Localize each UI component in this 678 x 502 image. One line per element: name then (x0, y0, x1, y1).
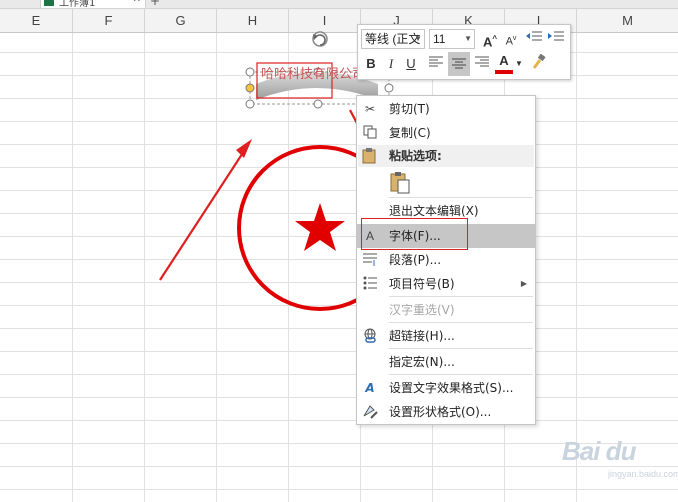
grow-font-button[interactable]: A^ (481, 29, 499, 49)
copy-icon (362, 125, 378, 141)
menu-item-text-effects[interactable]: A 设置文字效果格式(S)... (357, 376, 535, 400)
scissors-icon: ✂ (364, 102, 376, 116)
bullets-icon (362, 276, 378, 292)
rotate-handle-icon[interactable] (312, 31, 328, 47)
mini-toolbar: 等线 (正文 ▼ 11 ▼ A^ Av B I U A ▼ (357, 24, 571, 80)
format-painter-icon[interactable] (528, 53, 550, 74)
align-center-icon[interactable] (448, 52, 470, 76)
resize-handle-icon[interactable] (245, 67, 255, 77)
menu-item-assign-macro[interactable]: 指定宏(N)... (357, 350, 535, 374)
font-color-button[interactable]: A (495, 52, 513, 74)
paste-options-header: 粘贴选项: (358, 145, 534, 167)
annotation-arrow-left (159, 139, 252, 281)
align-left-icon[interactable] (426, 54, 446, 74)
context-menu: ✂ 剪切(T) 复制(C) 粘贴选项: 退出文本编辑(X) A 字体(F)...… (356, 95, 536, 425)
chevron-down-icon: ▼ (414, 34, 422, 43)
stamp-star[interactable] (295, 203, 345, 251)
font-name-value: 等线 (正文 (365, 32, 421, 46)
hyperlink-icon (362, 328, 378, 344)
font-name-select[interactable]: 等线 (正文 ▼ (361, 29, 425, 49)
paragraph-icon (362, 252, 378, 268)
adjust-handle-icon[interactable] (245, 83, 255, 93)
menu-item-reconvert: 汉字重选(V) (389, 303, 455, 317)
menu-item-bullets[interactable]: 项目符号(B) ▶ (357, 272, 535, 296)
resize-handle-icon[interactable] (313, 99, 323, 109)
resize-handle-icon[interactable] (384, 83, 394, 93)
submenu-arrow-icon: ▶ (520, 279, 527, 288)
watermark-logo: Bai du (562, 436, 636, 466)
menu-item-copy[interactable]: 复制(C) (357, 121, 535, 145)
chevron-down-icon[interactable]: ▼ (514, 54, 524, 74)
menu-item-cut[interactable]: ✂ 剪切(T) (357, 97, 535, 121)
bold-button[interactable]: B (362, 54, 380, 74)
shape-format-icon (362, 404, 378, 420)
menu-item-shape-format[interactable]: 设置形状格式(O)... (357, 400, 535, 424)
text-effects-icon: A (365, 381, 375, 395)
menu-item-paragraph[interactable]: 段落(P)... (357, 248, 535, 272)
chevron-down-icon: ▼ (464, 34, 472, 43)
paste-keep-source-icon[interactable] (389, 171, 411, 195)
wordart-text[interactable]: 哈哈科技有限公司 (261, 63, 365, 82)
shrink-font-button[interactable]: Av (502, 29, 520, 49)
underline-button[interactable]: U (402, 54, 420, 74)
font-size-select[interactable]: 11 ▼ (429, 29, 475, 49)
font-size-value: 11 (433, 32, 446, 46)
baidu-watermark: Bai du jingyan.baidu.com (562, 436, 678, 479)
font-item-highlight-box (361, 218, 468, 250)
watermark-url: jingyan.baidu.com (608, 469, 678, 479)
decrease-indent-icon[interactable] (524, 29, 544, 49)
italic-button[interactable]: I (382, 54, 400, 74)
align-right-icon[interactable] (472, 54, 492, 74)
paste-icon (362, 148, 376, 171)
menu-item-hyperlink[interactable]: 超链接(H)... (357, 324, 535, 348)
resize-handle-icon[interactable] (245, 99, 255, 109)
increase-indent-icon[interactable] (546, 29, 566, 49)
